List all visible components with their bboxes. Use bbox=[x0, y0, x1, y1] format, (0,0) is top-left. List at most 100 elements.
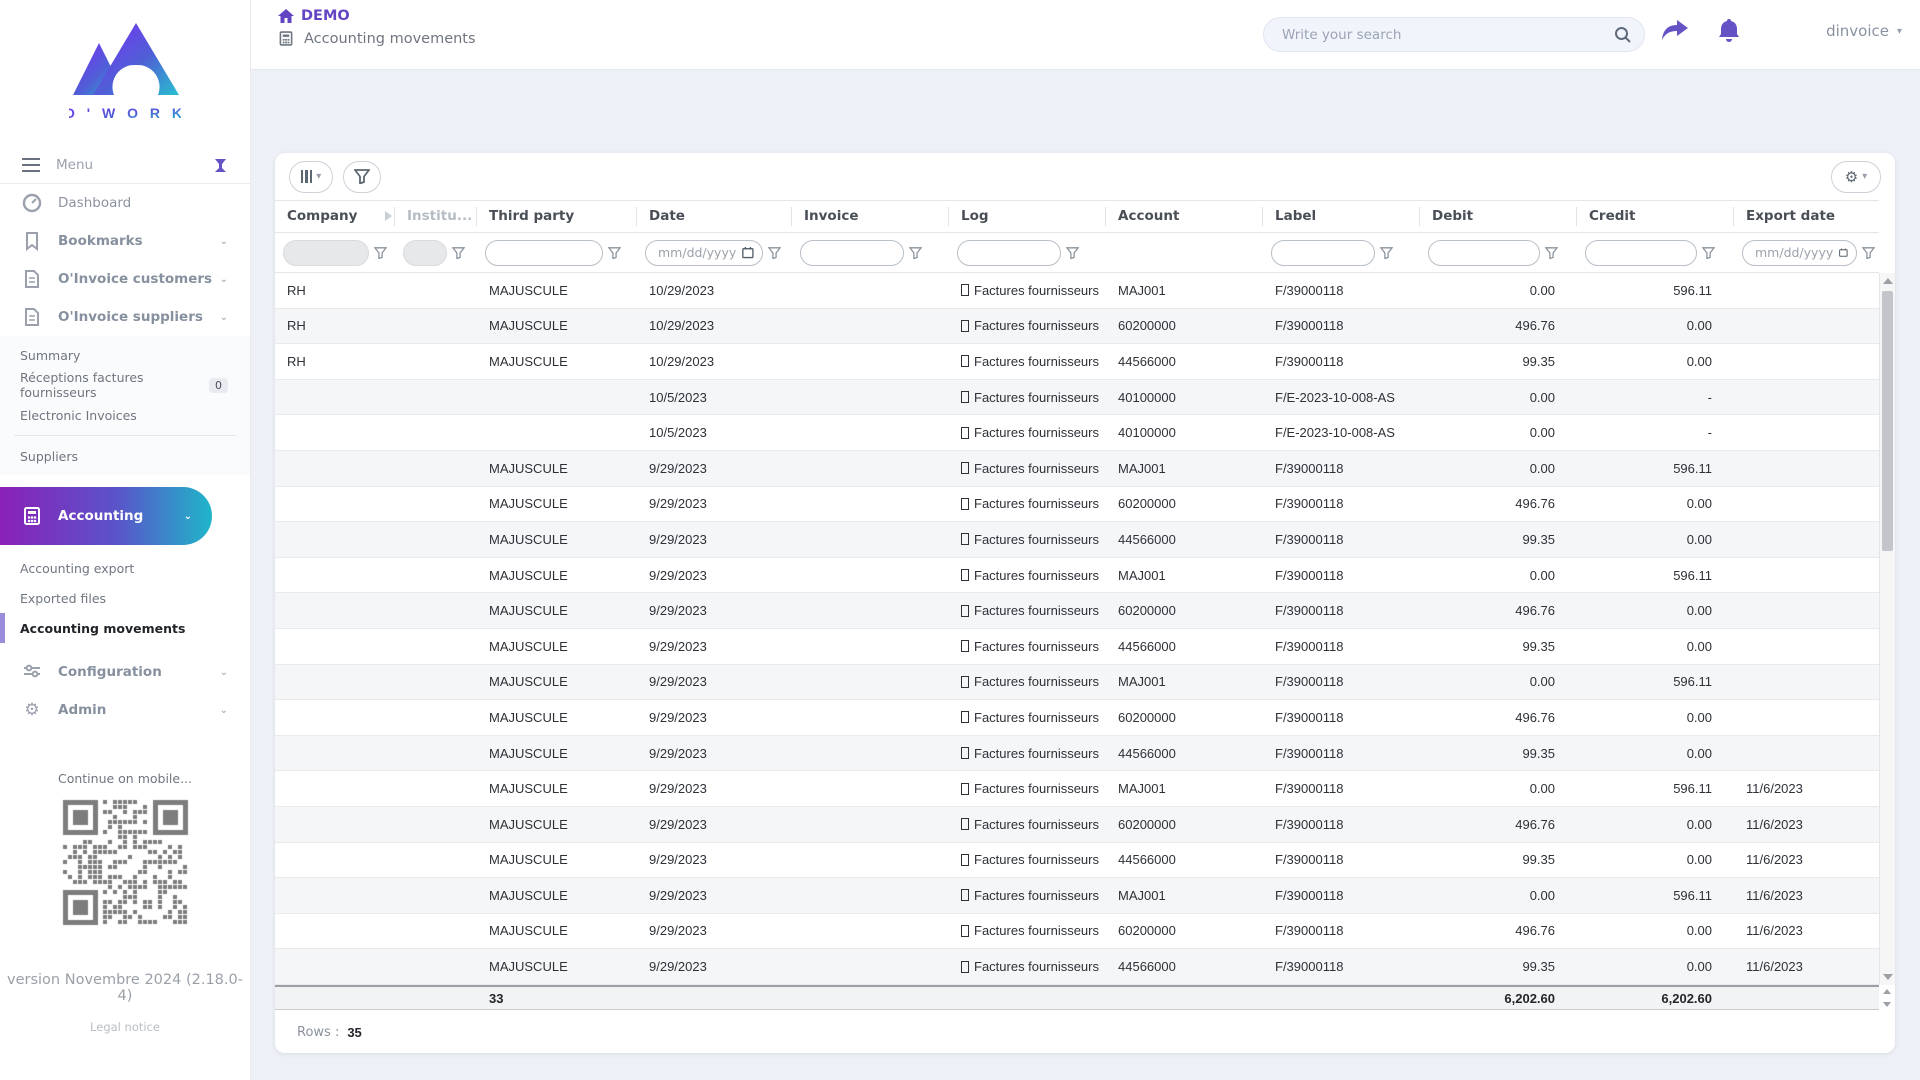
table-row[interactable]: RHMAJUSCULE10/29/2023Factures fournisseu… bbox=[275, 273, 1879, 309]
count-badge: 0 bbox=[209, 378, 228, 393]
submenu-item-electronic-invoices[interactable]: Electronic Invoices bbox=[0, 400, 250, 430]
calendar-icon[interactable] bbox=[1839, 246, 1848, 259]
scroll-down-arrow[interactable] bbox=[1883, 974, 1893, 980]
submenu-item-suppliers[interactable]: Suppliers bbox=[0, 441, 250, 471]
third-party-filter-cell bbox=[477, 240, 637, 266]
export-date-filter-input[interactable]: mm/dd/yyyy bbox=[1742, 240, 1857, 266]
total-row-scrollbar[interactable] bbox=[1881, 987, 1893, 1009]
credit-filter-input[interactable] bbox=[1585, 240, 1697, 266]
log-cell: Factures fournisseurs bbox=[949, 390, 1106, 405]
submenu-item-receptions[interactable]: Réceptions factures fournisseurs 0 bbox=[0, 370, 250, 400]
column-header-export-date[interactable]: Export date bbox=[1734, 207, 1879, 226]
sidebar-item-oinvoice-customers[interactable]: O'Invoice customers ⌄ bbox=[0, 260, 250, 298]
funnel-icon[interactable] bbox=[1545, 247, 1558, 259]
chevron-down-icon: ▾ bbox=[316, 171, 321, 182]
funnel-icon[interactable] bbox=[1380, 247, 1393, 259]
table-row[interactable]: 10/5/2023Factures fournisseurs40100000F/… bbox=[275, 415, 1879, 451]
column-header-log[interactable]: Log bbox=[949, 207, 1106, 226]
funnel-icon[interactable] bbox=[768, 247, 781, 259]
table-row[interactable]: MAJUSCULE9/29/2023Factures fournisseursM… bbox=[275, 878, 1879, 914]
share-icon[interactable] bbox=[1660, 16, 1690, 46]
funnel-icon[interactable] bbox=[608, 247, 621, 259]
sidebar-item-oinvoice-suppliers[interactable]: O'Invoice suppliers ⌄ bbox=[0, 298, 250, 336]
sidebar-item-accounting[interactable]: Accounting ⌄ bbox=[0, 487, 212, 545]
table-row[interactable]: MAJUSCULE9/29/2023Factures fournisseursM… bbox=[275, 451, 1879, 487]
vertical-scrollbar[interactable] bbox=[1879, 273, 1895, 985]
column-header-credit[interactable]: Credit bbox=[1577, 207, 1734, 226]
sliders-icon bbox=[22, 662, 42, 682]
column-header-debit[interactable]: Debit bbox=[1420, 207, 1577, 226]
table-row[interactable]: MAJUSCULE9/29/2023Factures fournisseurs4… bbox=[275, 736, 1879, 772]
table-row[interactable]: MAJUSCULE9/29/2023Factures fournisseurs6… bbox=[275, 807, 1879, 843]
column-header-date[interactable]: Date bbox=[637, 207, 792, 226]
debit-filter-input[interactable] bbox=[1428, 240, 1540, 266]
company-filter-cell bbox=[275, 240, 395, 266]
search-input[interactable] bbox=[1282, 27, 1614, 43]
sidebar-item-dashboard[interactable]: Dashboard bbox=[0, 184, 250, 222]
column-header-label[interactable]: Label bbox=[1263, 207, 1420, 226]
funnel-icon[interactable] bbox=[1862, 247, 1875, 259]
submenu-item-accounting-export[interactable]: Accounting export bbox=[0, 553, 250, 583]
label-filter-input[interactable] bbox=[1271, 240, 1375, 266]
funnel-icon[interactable] bbox=[909, 247, 922, 259]
institution-filter-input[interactable] bbox=[403, 240, 447, 266]
table-row[interactable]: MAJUSCULE9/29/2023Factures fournisseurs6… bbox=[275, 593, 1879, 629]
table-settings-button[interactable]: ⚙ ▾ bbox=[1831, 161, 1881, 193]
company-filter-input[interactable] bbox=[283, 240, 369, 266]
submenu-item-accounting-movements[interactable]: Accounting movements bbox=[0, 613, 250, 643]
legal-notice-link[interactable]: Legal notice bbox=[0, 1020, 250, 1034]
funnel-icon[interactable] bbox=[1066, 247, 1079, 259]
submenu-item-summary[interactable]: Summary bbox=[0, 340, 250, 370]
table-row[interactable]: RHMAJUSCULE10/29/2023Factures fournisseu… bbox=[275, 309, 1879, 345]
table-row[interactable]: 10/5/2023Factures fournisseurs40100000F/… bbox=[275, 380, 1879, 416]
invoice-filter-input[interactable] bbox=[800, 240, 904, 266]
log-filter-input[interactable] bbox=[957, 240, 1061, 266]
calendar-icon[interactable] bbox=[742, 246, 754, 259]
column-header-third-party[interactable]: Third party bbox=[477, 207, 637, 226]
menu-toggle-row[interactable]: Menu bbox=[0, 147, 250, 184]
submenu-item-exported-files[interactable]: Exported files bbox=[0, 583, 250, 613]
sidebar-item-configuration[interactable]: Configuration ⌄ bbox=[0, 653, 250, 691]
sidebar-item-admin[interactable]: ⚙ Admin ⌄ bbox=[0, 691, 250, 729]
columns-button[interactable]: ▾ bbox=[289, 161, 333, 193]
scroll-up-arrow[interactable] bbox=[1883, 278, 1893, 284]
table-row[interactable]: MAJUSCULE9/29/2023Factures fournisseursM… bbox=[275, 558, 1879, 594]
table-row[interactable]: MAJUSCULE9/29/2023Factures fournisseurs6… bbox=[275, 700, 1879, 736]
notifications-bell-icon[interactable] bbox=[1714, 16, 1744, 46]
table-row[interactable]: RHMAJUSCULE10/29/2023Factures fournisseu… bbox=[275, 344, 1879, 380]
hamburger-icon[interactable] bbox=[22, 158, 40, 172]
sidebar-item-bookmarks[interactable]: Bookmarks ⌄ bbox=[0, 222, 250, 260]
funnel-icon[interactable] bbox=[374, 247, 387, 259]
log-cell: Factures fournisseurs bbox=[949, 283, 1106, 298]
search-icon[interactable] bbox=[1614, 26, 1632, 44]
column-header-company[interactable]: Company bbox=[275, 207, 395, 226]
scrollbar-thumb[interactable] bbox=[1882, 291, 1893, 551]
chevron-down-icon: ▾ bbox=[1862, 171, 1867, 182]
table-row[interactable]: MAJUSCULE9/29/2023Factures fournisseurs6… bbox=[275, 914, 1879, 950]
column-header-institu-[interactable]: Institu... bbox=[395, 207, 477, 226]
column-header-invoice[interactable]: Invoice bbox=[792, 207, 949, 226]
table-toolbar: ▾ ⚙ ▾ bbox=[275, 153, 1895, 200]
table-row[interactable]: MAJUSCULE9/29/2023Factures fournisseurs4… bbox=[275, 629, 1879, 665]
breadcrumb-home[interactable]: DEMO bbox=[278, 8, 476, 24]
date-filter-input[interactable]: mm/dd/yyyy bbox=[645, 240, 763, 266]
user-menu[interactable]: dinvoice ▾ bbox=[1826, 22, 1902, 40]
pin-sidebar-icon[interactable] bbox=[213, 158, 228, 173]
table-row[interactable]: MAJUSCULE9/29/2023Factures fournisseursM… bbox=[275, 665, 1879, 701]
home-icon bbox=[278, 9, 294, 24]
filter-button[interactable] bbox=[343, 161, 381, 193]
label-filter-cell bbox=[1263, 240, 1420, 266]
column-header-account[interactable]: Account bbox=[1106, 207, 1263, 226]
column-group-expander-icon[interactable] bbox=[385, 211, 392, 221]
funnel-icon bbox=[354, 169, 370, 184]
funnel-icon[interactable] bbox=[1702, 247, 1715, 259]
table-row[interactable]: MAJUSCULE9/29/2023Factures fournisseurs6… bbox=[275, 487, 1879, 523]
table-row[interactable]: MAJUSCULE9/29/2023Factures fournisseurs4… bbox=[275, 522, 1879, 558]
third-party-filter-input[interactable] bbox=[485, 240, 603, 266]
table-row[interactable]: MAJUSCULE9/29/2023Factures fournisseursM… bbox=[275, 771, 1879, 807]
table-row[interactable]: MAJUSCULE9/29/2023Factures fournisseurs4… bbox=[275, 843, 1879, 879]
funnel-icon[interactable] bbox=[452, 247, 465, 259]
table-row[interactable]: MAJUSCULE9/29/2023Factures fournisseurs4… bbox=[275, 949, 1879, 985]
missing-glyph-icon bbox=[961, 889, 969, 901]
chevron-down-icon: ⌄ bbox=[220, 705, 228, 716]
